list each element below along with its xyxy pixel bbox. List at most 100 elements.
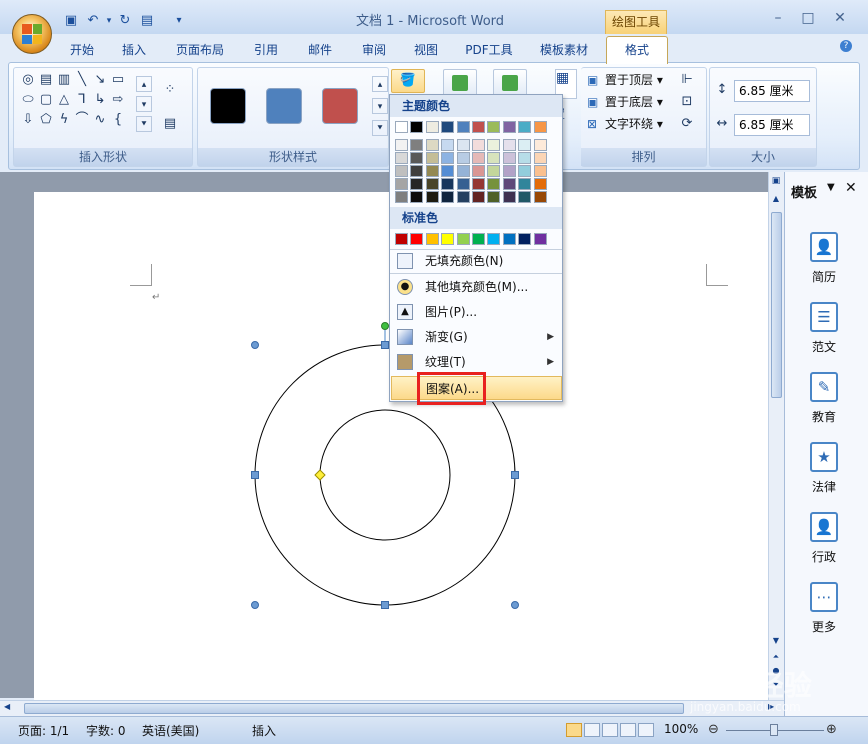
standard-color-swatch[interactable] [533, 233, 547, 245]
save-icon[interactable]: ▣ [62, 12, 80, 30]
side-panel-dropdown-icon[interactable]: ▼ [827, 182, 835, 193]
template-education[interactable]: ✎ 教育 [799, 372, 849, 425]
tab-templates[interactable]: 模板素材 [536, 40, 592, 60]
minimize-icon[interactable]: – [768, 10, 788, 28]
arc-shape-icon[interactable]: ⌒ [74, 112, 90, 128]
style-swatch-red[interactable] [322, 88, 358, 124]
brace-shape-icon[interactable]: { [110, 112, 126, 128]
vertical-scrollbar[interactable]: ▣ ▲ ▼ ⏶ ● ⏷ [768, 172, 784, 702]
theme-shade-swatch[interactable] [502, 139, 516, 151]
theme-shade-swatch[interactable] [456, 139, 470, 151]
group-objects-icon[interactable]: ⊡ [679, 94, 695, 110]
outline-icon[interactable] [620, 723, 636, 737]
line-shape-icon[interactable]: ╲ [74, 72, 90, 88]
oval-shape-icon[interactable]: ◎ [20, 72, 36, 88]
standard-color-swatch[interactable] [472, 233, 485, 245]
triangle-shape-icon[interactable]: △ [56, 92, 72, 108]
theme-shade-swatch[interactable] [410, 165, 424, 177]
shapes-scroll-down-icon[interactable]: ▾ [136, 96, 152, 112]
customize-qat-icon[interactable]: ▾ [170, 12, 188, 30]
theme-shade-swatch[interactable] [456, 165, 470, 177]
theme-shade-swatch[interactable] [472, 165, 485, 177]
theme-shade-swatch[interactable] [502, 178, 516, 190]
shapes-more-icon[interactable]: ⯆ [136, 116, 152, 132]
theme-shade-swatch[interactable] [441, 152, 455, 164]
standard-color-swatch[interactable] [410, 233, 424, 245]
theme-shade-swatch[interactable] [487, 139, 501, 151]
theme-shade-swatch[interactable] [410, 152, 424, 164]
arrow-line-icon[interactable]: ↘ [92, 72, 108, 88]
theme-shade-swatch[interactable] [533, 191, 547, 203]
theme-shade-swatch[interactable] [425, 165, 439, 177]
theme-shade-swatch[interactable] [425, 152, 439, 164]
status-insert-mode[interactable]: 插入 [252, 722, 276, 739]
theme-shade-swatch[interactable] [472, 152, 485, 164]
style-swatch-blue[interactable] [266, 88, 302, 124]
status-word-count[interactable]: 字数: 0 [86, 722, 126, 739]
theme-shade-swatch[interactable] [441, 178, 455, 190]
side-panel-close-icon[interactable]: ✕ [845, 180, 857, 196]
theme-shade-swatch[interactable] [518, 165, 532, 177]
gradient-menu-item[interactable]: 渐变(G) ▶ [391, 325, 562, 349]
template-admin[interactable]: 👤 行政 [799, 512, 849, 565]
template-more[interactable]: ⋯ 更多 [799, 582, 849, 635]
theme-shade-swatch[interactable] [502, 165, 516, 177]
theme-shade-swatch[interactable] [441, 139, 455, 151]
prev-page-icon[interactable]: ⏶ [770, 652, 782, 664]
theme-shade-swatch[interactable] [487, 178, 501, 190]
theme-shade-swatch[interactable] [410, 139, 424, 151]
zoom-out-icon[interactable]: ⊖ [708, 722, 719, 737]
standard-color-swatch[interactable] [518, 233, 532, 245]
theme-shade-swatch[interactable] [533, 139, 547, 151]
pentagon-shape-icon[interactable]: ⬠ [38, 112, 54, 128]
ellipse-shape-icon[interactable]: ⬭ [20, 92, 36, 108]
theme-shade-swatch[interactable] [502, 191, 516, 203]
theme-color-swatch[interactable] [533, 121, 547, 133]
theme-shade-swatch[interactable] [410, 191, 424, 203]
theme-shade-swatch[interactable] [410, 178, 424, 190]
scroll-down-icon[interactable]: ▼ [770, 636, 782, 648]
elbow-arrow-icon[interactable]: ↳ [92, 92, 108, 108]
template-resume[interactable]: 👤 简历 [799, 232, 849, 285]
rotate-icon[interactable]: ⟳ [679, 116, 695, 132]
curve-shape-icon[interactable]: ∿ [92, 112, 108, 128]
theme-shade-swatch[interactable] [425, 191, 439, 203]
shapes-scroll-up-icon[interactable]: ▴ [136, 76, 152, 92]
theme-shade-swatch[interactable] [533, 165, 547, 177]
theme-color-swatch[interactable] [472, 121, 485, 133]
web-layout-icon[interactable] [602, 723, 618, 737]
theme-shade-swatch[interactable] [502, 152, 516, 164]
picture-fill-menu-item[interactable]: ▲ 图片(P)... [391, 300, 562, 324]
tab-page-layout[interactable]: 页面布局 [172, 40, 228, 60]
elbow-connector-icon[interactable]: ⅂ [74, 92, 90, 108]
theme-shade-swatch[interactable] [441, 165, 455, 177]
tab-mailings[interactable]: 邮件 [302, 40, 338, 60]
standard-color-swatch[interactable] [441, 233, 455, 245]
theme-color-swatch[interactable] [518, 121, 532, 133]
template-law[interactable]: ★ 法律 [799, 442, 849, 495]
rectangle-shape-icon[interactable]: ▭ [110, 72, 126, 88]
maximize-icon[interactable]: □ [798, 10, 818, 28]
theme-shade-swatch[interactable] [487, 152, 501, 164]
theme-color-swatch[interactable] [410, 121, 424, 133]
theme-shade-swatch[interactable] [441, 191, 455, 203]
theme-color-swatch[interactable] [456, 121, 470, 133]
theme-shade-swatch[interactable] [395, 165, 408, 177]
theme-shade-swatch[interactable] [472, 191, 485, 203]
theme-shade-swatch[interactable] [425, 139, 439, 151]
down-arrow-shape-icon[interactable]: ⇩ [20, 112, 36, 128]
styles-scroll-up-icon[interactable]: ▴ [372, 76, 388, 92]
textbox-shape-icon[interactable]: ▤ [38, 72, 54, 88]
standard-color-swatch[interactable] [456, 233, 470, 245]
vertical-textbox-icon[interactable]: ▥ [56, 72, 72, 88]
theme-shade-swatch[interactable] [395, 191, 408, 203]
office-button[interactable] [12, 14, 52, 54]
theme-shade-swatch[interactable] [472, 178, 485, 190]
theme-shade-swatch[interactable] [533, 178, 547, 190]
theme-shade-swatch[interactable] [518, 178, 532, 190]
more-colors-menu-item[interactable]: ● 其他填充颜色(M)... [391, 275, 562, 299]
style-swatch-black[interactable] [210, 88, 246, 124]
theme-color-swatch[interactable] [395, 121, 408, 133]
ruler-toggle-icon[interactable]: ▣ [770, 176, 782, 188]
print-layout-icon[interactable] [566, 723, 582, 737]
